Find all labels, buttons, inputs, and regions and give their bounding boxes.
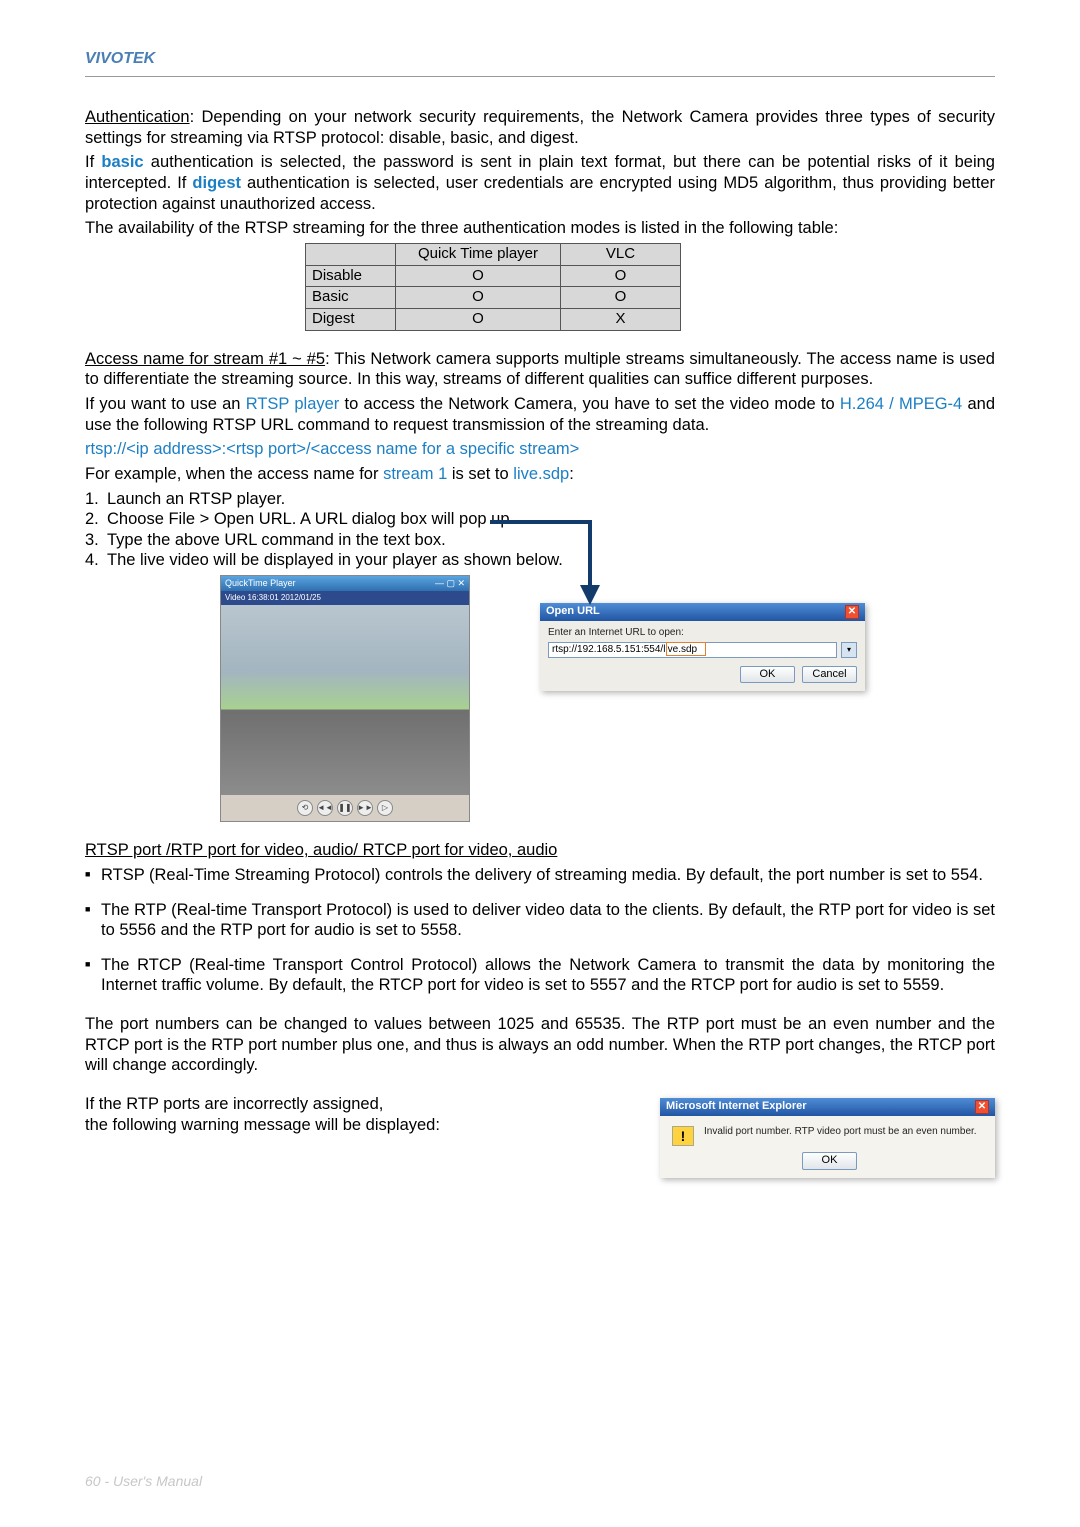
close-icon[interactable]: ✕	[845, 605, 859, 619]
pause-icon[interactable]: ❚❚	[337, 800, 353, 816]
col-vlc: VLC	[561, 243, 681, 265]
ie-warning-dialog: Microsoft Internet Explorer ✕ ! Invalid …	[660, 1098, 995, 1178]
row-label: Disable	[306, 265, 396, 287]
access-2b: to access the Network Camera, you have t…	[339, 395, 840, 413]
bullet-text: The RTP (Real-time Transport Protocol) i…	[101, 900, 995, 941]
bullet-icon	[85, 955, 101, 996]
warning-icon: !	[672, 1126, 694, 1146]
auth-paragraph-2: If basic authentication is selected, the…	[85, 152, 995, 214]
row-label: Digest	[306, 309, 396, 331]
auth-text: : Depending on your network security req…	[85, 108, 995, 147]
rtsp-player-kw: RTSP player	[246, 395, 340, 413]
access-lead: Access name for stream #1 ~ #5	[85, 350, 325, 368]
player-controls: ⟲ ◄◄ ❚❚ ►► ▷	[221, 795, 469, 821]
table-row: Digest O X	[306, 309, 681, 331]
auth-lead: Authentication	[85, 108, 190, 126]
step-num: 2.	[85, 509, 107, 530]
table-row: Disable O O	[306, 265, 681, 287]
access-paragraph: Access name for stream #1 ~ #5: This Net…	[85, 349, 995, 390]
ie-warning-message: Invalid port number. RTP video port must…	[704, 1126, 977, 1139]
bullet-icon	[85, 865, 101, 886]
cell-qt: O	[396, 309, 561, 331]
cell-vlc: O	[561, 287, 681, 309]
window-controls-icon: — ▢ ✕	[435, 578, 465, 589]
open-url-label: Enter an Internet URL to open:	[548, 627, 857, 640]
cell-vlc: X	[561, 309, 681, 331]
auth-paragraph: Authentication: Depending on your networ…	[85, 107, 995, 148]
list-item: 1.Launch an RTSP player.	[85, 489, 995, 510]
auth-basic-kw: basic	[101, 153, 143, 171]
ports-after-paragraph: The port numbers can be changed to value…	[85, 1014, 995, 1076]
table-corner	[306, 243, 396, 265]
access-3b: is set to	[447, 465, 513, 483]
cell-qt: O	[396, 265, 561, 287]
header-divider	[85, 76, 995, 77]
ok-button[interactable]: OK	[740, 666, 795, 684]
brand-label: VIVOTEK	[85, 50, 995, 68]
url-highlight-box	[666, 642, 706, 656]
bullet-item: RTSP (Real-Time Streaming Protocol) cont…	[85, 865, 995, 886]
access-paragraph-2: If you want to use an RTSP player to acc…	[85, 394, 995, 435]
ports-warn-b: the following warning message will be di…	[85, 1115, 640, 1136]
stream1-kw: stream 1	[383, 465, 447, 483]
ok-button[interactable]: OK	[802, 1152, 857, 1170]
auth-2a: If	[85, 153, 101, 171]
live-sdp-kw: live.sdp	[513, 465, 569, 483]
bullet-item: The RTCP (Real-time Transport Control Pr…	[85, 955, 995, 996]
auth-digest-kw: digest	[192, 174, 241, 192]
ports-heading: RTSP port /RTP port for video, audio/ RT…	[85, 840, 995, 861]
pointer-arrow-icon	[485, 517, 605, 627]
rewind-icon[interactable]: ◄◄	[317, 800, 333, 816]
cell-vlc: O	[561, 265, 681, 287]
auth-mode-table: Quick Time player VLC Disable O O Basic …	[305, 243, 681, 331]
step-num: 4.	[85, 550, 107, 571]
access-2a: If you want to use an	[85, 395, 246, 413]
step-num: 1.	[85, 489, 107, 510]
player-timestamp-strip: Video 16:38:01 2012/01/25	[221, 591, 469, 605]
player-screenshot: QuickTime Player — ▢ ✕ Video 16:38:01 20…	[220, 575, 470, 822]
access-paragraph-3: For example, when the access name for st…	[85, 464, 995, 485]
forward-icon[interactable]: ►►	[357, 800, 373, 816]
bullet-text: The RTCP (Real-time Transport Control Pr…	[101, 955, 995, 996]
dropdown-icon[interactable]: ▾	[841, 642, 857, 658]
table-row: Basic O O	[306, 287, 681, 309]
cell-qt: O	[396, 287, 561, 309]
row-label: Basic	[306, 287, 396, 309]
player-titlebar: QuickTime Player — ▢ ✕	[221, 576, 469, 591]
bullet-item: The RTP (Real-time Transport Protocol) i…	[85, 900, 995, 941]
step-text: Choose File > Open URL. A URL dialog box…	[107, 509, 514, 530]
rewind-start-icon[interactable]: ⟲	[297, 800, 313, 816]
bullet-text: RTSP (Real-Time Streaming Protocol) cont…	[101, 865, 983, 886]
page-footer: 60 - User's Manual	[85, 1473, 202, 1489]
bullet-icon	[85, 900, 101, 941]
close-icon[interactable]: ✕	[975, 1100, 989, 1114]
player-video-canvas	[221, 605, 469, 795]
step-text: Launch an RTSP player.	[107, 489, 285, 510]
rtsp-url-template: rtsp://<ip address>:<rtsp port>/<access …	[85, 439, 995, 460]
codec-kw: H.264 / MPEG-4	[840, 395, 962, 413]
access-3c: :	[569, 465, 574, 483]
dialog-title: Microsoft Internet Explorer	[666, 1100, 807, 1114]
ports-heading-text: RTSP port /RTP port for video, audio/ RT…	[85, 841, 557, 859]
play-icon[interactable]: ▷	[377, 800, 393, 816]
col-quicktime: Quick Time player	[396, 243, 561, 265]
step-num: 3.	[85, 530, 107, 551]
player-title: QuickTime Player	[225, 578, 296, 589]
step-text: Type the above URL command in the text b…	[107, 530, 446, 551]
cancel-button[interactable]: Cancel	[802, 666, 857, 684]
ports-warn-a: If the RTP ports are incorrectly assigne…	[85, 1094, 640, 1115]
auth-paragraph-3: The availability of the RTSP streaming f…	[85, 218, 995, 239]
access-3a: For example, when the access name for	[85, 465, 383, 483]
dialog-titlebar: Microsoft Internet Explorer ✕	[660, 1098, 995, 1116]
